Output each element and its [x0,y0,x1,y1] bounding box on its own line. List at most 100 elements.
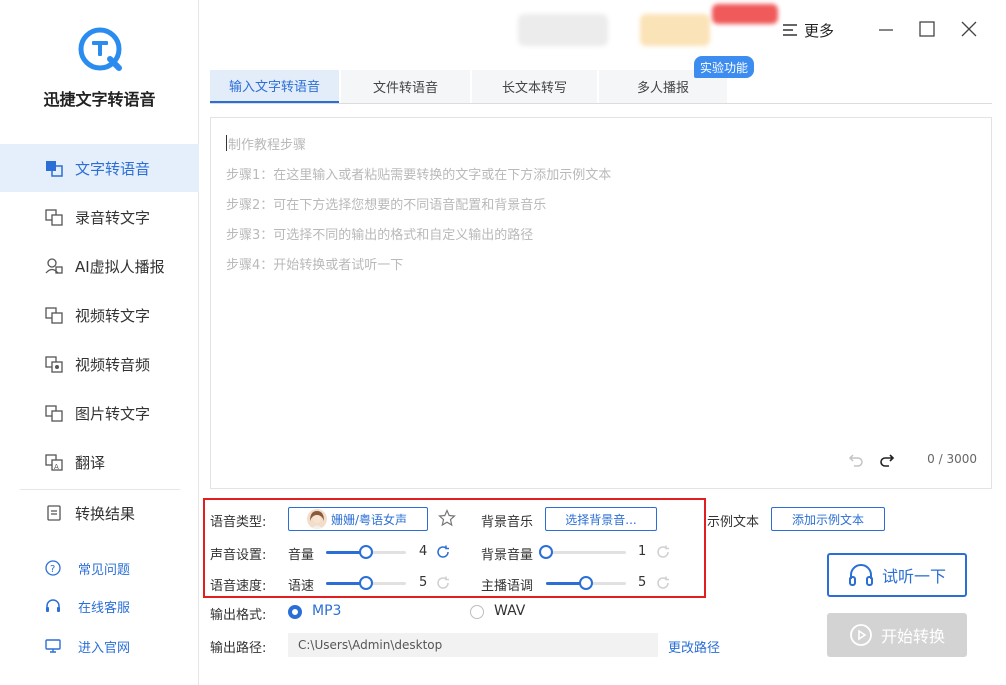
headphones-icon [848,564,873,586]
text-input-area[interactable]: 制作教程步骤 步骤1：在这里输入或者粘贴需要转换的文字或在下方添加示例文本 步骤… [210,117,992,489]
more-label: 更多 [804,21,835,40]
volume-label: 音量 [288,548,315,563]
bg-music-label: 背景音乐 [481,515,534,530]
svg-text:?: ? [50,564,55,575]
format-mp3-label[interactable]: MP3 [312,603,341,619]
favorite-star-icon[interactable] [438,509,456,527]
add-sample-text-button[interactable]: 添加示例文本 [771,507,885,531]
format-radio-wav[interactable] [470,605,484,619]
volume-value: 4 [419,544,428,559]
text-cursor [226,135,227,151]
sidebar-item-label: 图片转文字 [75,404,151,423]
sidebar: 迅捷文字转语音 文字转语音 录音转文字 AI虚拟人播报 视频转文字 视频转音频 … [0,0,199,685]
redo-icon[interactable] [879,451,895,467]
tone-reset-icon[interactable] [656,576,670,590]
tone-slider[interactable] [546,576,626,590]
output-path-label: 输出路径: [210,641,267,656]
image-to-text-icon [45,405,63,422]
sidebar-item-label: 文字转语音 [75,159,151,178]
sidebar-item-results[interactable]: 转换结果 [0,489,199,537]
speed-value: 5 [419,575,428,590]
sidebar-item-video-to-text[interactable]: 视频转文字 [0,291,199,339]
sidebar-item-label: 视频转音频 [75,355,151,374]
results-icon [47,505,61,521]
speech-speed-label: 语音速度: [210,579,267,594]
placeholder-line: 步骤1：在这里输入或者粘贴需要转换的文字或在下方添加示例文本 [226,168,612,183]
sidebar-item-label: AI虚拟人播报 [75,257,165,276]
bg-volume-slider[interactable] [539,545,626,559]
video-to-text-icon [45,307,63,324]
blurred-vip-area [640,14,710,46]
slider-knob[interactable] [359,545,373,559]
ai-avatar-icon [45,258,63,274]
sidebar-item-translate[interactable]: A 翻译 [0,438,199,486]
slider-knob[interactable] [579,576,593,590]
format-wav-label[interactable]: WAV [494,603,525,619]
output-format-label: 输出格式: [210,608,267,623]
volume-reset-icon[interactable] [436,545,450,559]
bg-volume-reset-icon[interactable] [656,545,670,559]
slider-knob[interactable] [539,545,553,559]
minimize-icon[interactable] [877,20,895,38]
sidebar-item-ai-avatar[interactable]: AI虚拟人播报 [0,242,199,290]
close-icon[interactable] [960,20,978,38]
bg-volume-label: 背景音量 [481,548,534,563]
sample-text-label: 示例文本 [707,515,760,530]
speed-slider[interactable] [326,576,406,590]
sidebar-item-image-to-text[interactable]: 图片转文字 [0,389,199,437]
output-path-field[interactable]: C:\Users\Admin\desktop [288,633,658,657]
placeholder-line: 制作教程步骤 [228,138,307,153]
select-bg-music-button[interactable]: 选择背景音... [545,507,657,531]
support-link[interactable]: 在线客服 [0,591,199,621]
maximize-icon[interactable] [918,20,936,38]
voice-type-label: 语音类型: [210,515,267,530]
voice-name: 姗姗/粤语女声 [331,512,408,527]
tone-value: 5 [638,575,647,590]
tab-long-text[interactable]: 长文本转写 [472,70,597,103]
preview-listen-label: 试听一下 [881,567,946,586]
website-link[interactable]: 进入官网 [0,631,199,661]
sidebar-item-recording-to-text[interactable]: 录音转文字 [0,193,199,241]
tab-file-to-speech[interactable]: 文件转语音 [341,70,470,103]
app-logo-icon [78,27,122,71]
format-radio-mp3[interactable] [288,605,302,619]
speed-sub-label: 语速 [288,579,315,594]
sound-settings-label: 声音设置: [210,548,267,563]
voice-select-button[interactable]: 姗姗/粤语女声 [288,507,428,531]
headset-icon [46,599,60,612]
output-path-value: C:\Users\Admin\desktop [298,638,443,652]
experimental-badge: 实验功能 [694,56,755,78]
website-label: 进入官网 [78,640,131,656]
translate-icon: A [45,454,63,471]
faq-link[interactable]: ? 常见问题 [0,553,199,583]
preview-listen-button[interactable]: 试听一下 [827,553,967,597]
tab-input-text[interactable]: 输入文字转语音 [210,70,339,103]
sidebar-item-label: 转换结果 [75,504,136,523]
change-path-link[interactable]: 更改路径 [668,637,720,656]
sidebar-item-label: 视频转文字 [75,306,151,325]
more-menu-button[interactable]: 更多 [782,18,834,42]
app-window: 迅捷文字转语音 文字转语音 录音转文字 AI虚拟人播报 视频转文字 视频转音频 … [0,0,1006,685]
tone-label: 主播语调 [481,579,534,594]
faq-label: 常见问题 [78,562,131,578]
start-convert-button[interactable]: 开始转换 [827,613,967,657]
monitor-icon [45,639,61,653]
text-to-speech-icon [46,161,63,177]
speed-reset-icon[interactable] [436,576,450,590]
bg-volume-value: 1 [638,544,647,559]
placeholder-line: 步骤3：可选择不同的输出的格式和自定义输出的路径 [226,228,534,243]
app-title: 迅捷文字转语音 [43,90,156,109]
character-counter: 0 / 3000 [927,452,977,466]
svg-text:A: A [54,463,59,471]
undo-icon[interactable] [848,451,864,467]
sidebar-item-label: 录音转文字 [75,208,151,227]
support-label: 在线客服 [78,600,131,616]
sidebar-item-text-to-speech[interactable]: 文字转语音 [0,144,199,192]
menu-icon [783,24,797,36]
placeholder-line: 步骤4：开始转换或者试听一下 [226,258,404,273]
blurred-user-area [518,14,608,46]
video-to-audio-icon [45,356,63,373]
sidebar-item-video-to-audio[interactable]: 视频转音频 [0,340,199,388]
volume-slider[interactable] [326,545,406,559]
slider-knob[interactable] [359,576,373,590]
